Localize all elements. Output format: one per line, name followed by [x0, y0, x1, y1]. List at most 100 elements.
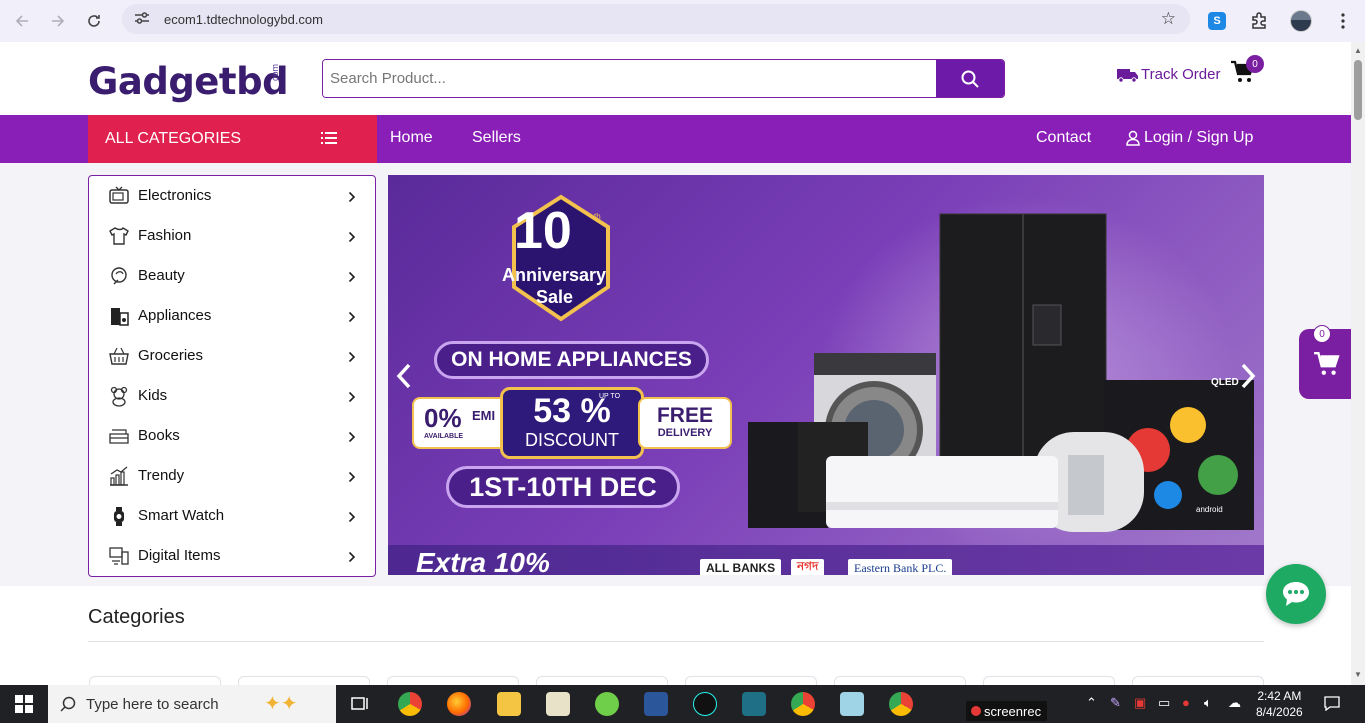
- search-input[interactable]: [323, 60, 936, 97]
- search-button[interactable]: [936, 60, 1004, 97]
- site-settings-icon[interactable]: [134, 11, 150, 28]
- categories-divider: [88, 641, 1264, 642]
- chevron-right-icon: [348, 431, 356, 443]
- tiktok-icon[interactable]: [693, 692, 717, 716]
- digital-icon: [109, 547, 129, 565]
- sidebar-item-label: Electronics: [138, 187, 212, 204]
- tv-icon: [109, 186, 129, 204]
- extension-app-icon[interactable]: S: [1199, 3, 1235, 39]
- sidebar-item-label: Kids: [138, 387, 168, 404]
- site-logo[interactable]: Gadgetbd: [88, 60, 289, 103]
- start-button[interactable]: [0, 685, 48, 723]
- sidebar-item-smart-watch[interactable]: Smart Watch: [89, 496, 375, 536]
- books-icon: [109, 429, 129, 444]
- appliances-image: [748, 213, 1254, 532]
- emi-value: 0%: [424, 403, 462, 433]
- bookmark-star-icon[interactable]: ☆: [1161, 9, 1176, 29]
- banner-next-arrow[interactable]: [1240, 363, 1256, 396]
- chrome-profile-icon[interactable]: [791, 692, 815, 716]
- browser-toolbar: ecom1.tdtechnologybd.com ☆ S: [0, 0, 1365, 42]
- beauty-icon: [111, 267, 127, 285]
- discount-label: DISCOUNT: [525, 430, 619, 450]
- chrome-second-icon[interactable]: [889, 692, 913, 716]
- track-order-link[interactable]: Track Order: [1117, 66, 1220, 83]
- reload-button[interactable]: [76, 3, 112, 39]
- network-icon[interactable]: ▭: [1158, 695, 1170, 711]
- delivery-label: DELIVERY: [657, 427, 713, 439]
- copilot-sparkle-icon: ✦✦: [264, 693, 298, 715]
- chat-button[interactable]: [1266, 564, 1326, 624]
- sidebar-item-groceries[interactable]: Groceries: [89, 336, 375, 376]
- chart-icon: [110, 466, 128, 486]
- tray-chevron-icon[interactable]: ⌃: [1086, 695, 1097, 711]
- promo-banner[interactable]: QLED android 10 th Anniversary Sale ON H…: [388, 175, 1264, 575]
- search-icon: [60, 696, 76, 712]
- appliance-icon: [111, 308, 129, 326]
- sidebar-item-label: Appliances: [138, 307, 212, 324]
- all-categories-button[interactable]: ALL CATEGORIES: [88, 115, 377, 163]
- chevron-right-icon: [348, 391, 356, 403]
- back-button[interactable]: [4, 3, 40, 39]
- cloud-icon[interactable]: ☁︎: [1228, 695, 1241, 711]
- app-icon[interactable]: [840, 692, 864, 716]
- chevron-right-icon: [348, 191, 356, 203]
- browser-menu-icon[interactable]: [1325, 3, 1361, 39]
- page-scrollbar[interactable]: ▲ ▼: [1351, 42, 1365, 685]
- notification-icon[interactable]: [1324, 695, 1340, 714]
- scrollbar-thumb[interactable]: [1354, 60, 1362, 120]
- sidebar-item-digital-items[interactable]: Digital Items: [89, 536, 375, 576]
- headline-pill: ON HOME APPLIANCES: [434, 341, 709, 379]
- sidebar-item-appliances[interactable]: Appliances: [89, 296, 375, 336]
- clock-date: 8/4/2026: [1256, 705, 1303, 719]
- extensions-puzzle-icon[interactable]: [1241, 3, 1277, 39]
- screenrec-indicator[interactable]: screenrec: [966, 701, 1048, 721]
- pdf-tray-icon[interactable]: ▣: [1134, 695, 1146, 711]
- basket-icon: [109, 347, 129, 365]
- sidebar-item-kids[interactable]: Kids: [89, 376, 375, 416]
- badge-sup: th: [594, 212, 601, 221]
- nav-login[interactable]: Login / Sign Up: [1126, 129, 1253, 147]
- sidebar-item-fashion[interactable]: Fashion: [89, 216, 375, 256]
- nav-sellers[interactable]: Sellers: [472, 129, 521, 147]
- nav-contact[interactable]: Contact: [1036, 129, 1091, 147]
- header-cart-button[interactable]: 0: [1230, 55, 1264, 89]
- system-clock[interactable]: 2:42 AM 8/4/2026: [1256, 688, 1303, 720]
- pen-tray-icon[interactable]: ✎: [1110, 695, 1121, 711]
- sidebar-item-electronics[interactable]: Electronics: [89, 176, 375, 216]
- notepad-icon[interactable]: [546, 692, 570, 716]
- address-bar[interactable]: ecom1.tdtechnologybd.com ☆: [122, 4, 1190, 34]
- green-app-icon[interactable]: [595, 692, 619, 716]
- chrome-taskbar-icon[interactable]: [398, 692, 422, 716]
- firefox-taskbar-icon[interactable]: [447, 692, 471, 716]
- word-icon[interactable]: [644, 692, 668, 716]
- profile-avatar[interactable]: [1283, 3, 1319, 39]
- track-order-label: Track Order: [1141, 66, 1221, 83]
- shirt-icon: [109, 227, 129, 245]
- windows-taskbar: Type here to search ✦✦ screenrec ⌃ ✎ ▣ ▭…: [0, 685, 1365, 723]
- task-view-icon[interactable]: [348, 692, 372, 716]
- volume-icon[interactable]: 🔈︎: [1204, 695, 1212, 711]
- file-explorer-icon[interactable]: [497, 692, 521, 716]
- discount-box: UP TO 53 % DISCOUNT: [500, 387, 644, 459]
- truck-icon: [1117, 68, 1138, 83]
- forward-button[interactable]: [40, 3, 76, 39]
- emi-label: EMI: [472, 408, 496, 423]
- taskbar-search[interactable]: Type here to search ✦✦: [48, 685, 336, 723]
- dev-app-icon[interactable]: [742, 692, 766, 716]
- sidebar-item-books[interactable]: Books: [89, 416, 375, 456]
- floating-cart-button[interactable]: 0: [1299, 325, 1351, 399]
- chevron-right-icon: [348, 311, 356, 323]
- badge-number: 10: [514, 202, 572, 260]
- chat-bubble-icon: [1283, 582, 1309, 606]
- nav-home[interactable]: Home: [390, 129, 433, 147]
- site-header: Gadgetbd com Track Order 0: [0, 42, 1350, 115]
- bank-chip-all: ALL BANKS: [700, 559, 782, 575]
- date-pill: 1ST-10TH DEC: [446, 466, 680, 508]
- sidebar-item-trendy[interactable]: Trendy: [89, 456, 375, 496]
- record-tray-icon[interactable]: ●: [1182, 695, 1190, 710]
- sidebar-item-beauty[interactable]: Beauty: [89, 256, 375, 296]
- watch-icon: [114, 507, 124, 526]
- scroll-up-arrow-icon[interactable]: ▲: [1354, 46, 1362, 55]
- banner-prev-arrow[interactable]: [396, 363, 412, 396]
- scroll-down-arrow-icon[interactable]: ▼: [1354, 670, 1362, 679]
